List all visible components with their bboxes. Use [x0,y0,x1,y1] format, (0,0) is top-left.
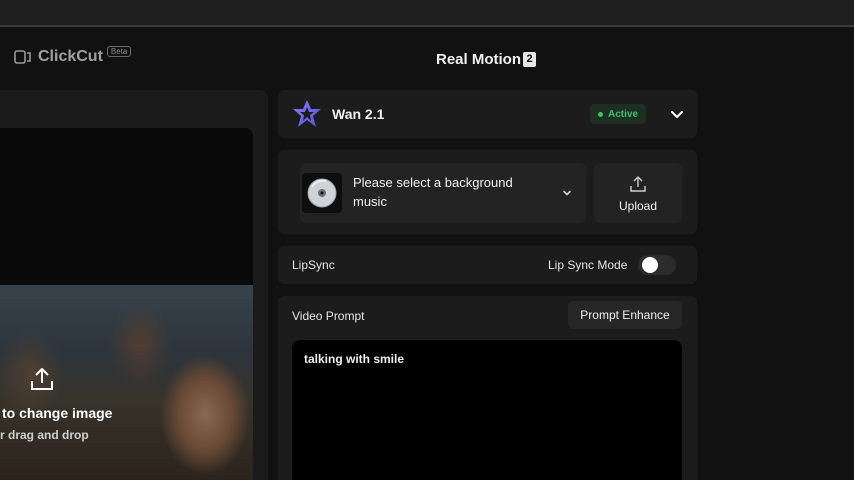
app-logo[interactable]: ClickCut Beta [14,45,132,66]
clickcut-logo-icon [14,50,31,64]
toggle-knob [642,257,658,273]
video-prompt-label: Video Prompt [292,309,365,323]
chevron-down-icon[interactable] [669,106,685,122]
status-dot-icon [598,111,603,117]
video-prompt-input[interactable] [292,340,682,480]
page-title-text: Real Motion [436,51,521,68]
lipsync-section: LipSync Lip Sync Mode [278,246,697,284]
wan-logo-icon [293,100,321,127]
model-selector[interactable]: Wan 2.1 Active [278,90,697,138]
background-music-select[interactable]: Please select a background music [300,163,586,223]
upload-icon[interactable] [30,366,54,392]
music-section: Please select a background music Upload [278,150,697,234]
prompt-enhance-button[interactable]: Prompt Enhance [568,301,682,329]
beta-badge: Beta [106,45,132,57]
top-bar [0,0,854,26]
lipsync-label: LipSync [292,258,335,272]
upload-label: Upload [618,199,658,213]
title-version-badge: 2 [523,52,536,67]
status-badge: Active [590,104,647,124]
video-prompt-section: Video Prompt Prompt Enhance [278,296,697,480]
chevron-down-icon[interactable] [561,187,573,199]
upload-icon [630,176,646,192]
change-image-text[interactable]: to change image [2,405,112,421]
status-text: Active [608,108,639,120]
disc-icon [302,173,342,213]
app-name: ClickCut [38,48,103,65]
upload-music-button[interactable]: Upload [594,163,682,223]
drag-drop-hint: r drag and drop [0,428,89,442]
page-title: Real Motion 2 [436,51,536,68]
top-divider [0,25,854,27]
lipsync-mode-label: Lip Sync Mode [548,258,628,272]
model-name: Wan 2.1 [332,106,385,122]
lipsync-mode-toggle[interactable] [638,255,676,275]
music-placeholder: Please select a background music [353,175,513,209]
